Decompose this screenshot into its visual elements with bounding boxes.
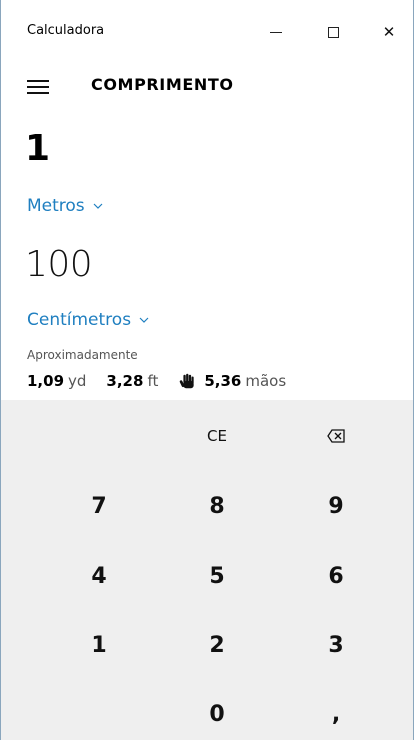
title-bar: Calculadora ✕ xyxy=(1,0,413,62)
hamburger-icon[interactable] xyxy=(27,78,53,96)
keypad: CE 7 8 9 4 5 6 1 2 3 0 , xyxy=(1,400,413,740)
key-0[interactable]: 0 xyxy=(158,680,276,740)
approx-hands: 5,36 mãos xyxy=(178,372,286,390)
maximize-icon xyxy=(327,26,339,38)
approximately-row: 1,09 yd 3,28 ft 5,36 mãos xyxy=(27,372,306,390)
to-unit-label: Centímetros xyxy=(27,310,132,330)
chevron-down-icon xyxy=(93,203,103,209)
calculator-window: Calculadora ✕ COMPRIMENTO 1 Metros 100 C… xyxy=(0,0,414,740)
key-7[interactable]: 7 xyxy=(40,472,158,540)
approx-yards: 1,09 yd xyxy=(27,372,86,390)
approx-unit: mãos xyxy=(245,372,287,390)
mode-title: COMPRIMENTO xyxy=(91,75,234,94)
approx-value: 5,36 xyxy=(204,372,242,390)
decimal-separator-key[interactable]: , xyxy=(277,680,395,740)
key-3[interactable]: 3 xyxy=(277,611,395,679)
minimize-icon xyxy=(270,31,282,33)
key-4[interactable]: 4 xyxy=(40,542,158,610)
approx-value: 1,09 xyxy=(27,372,65,390)
approximately-label: Aproximadamente xyxy=(27,348,138,362)
minimize-button[interactable] xyxy=(254,14,298,50)
to-value[interactable]: 100 xyxy=(25,244,93,285)
chevron-down-icon xyxy=(139,317,149,323)
from-unit-dropdown[interactable]: Metros xyxy=(27,196,103,216)
approx-unit: yd xyxy=(68,372,87,390)
approx-feet: 3,28 ft xyxy=(106,372,158,390)
key-6[interactable]: 6 xyxy=(277,542,395,610)
key-9[interactable]: 9 xyxy=(277,472,395,540)
key-1[interactable]: 1 xyxy=(40,611,158,679)
close-icon: ✕ xyxy=(382,23,396,41)
approx-value: 3,28 xyxy=(106,372,144,390)
key-8[interactable]: 8 xyxy=(158,472,276,540)
from-value[interactable]: 1 xyxy=(25,128,50,169)
clear-entry-button[interactable]: CE xyxy=(158,402,276,470)
key-5[interactable]: 5 xyxy=(158,542,276,610)
to-unit-dropdown[interactable]: Centímetros xyxy=(27,310,149,330)
maximize-button[interactable] xyxy=(311,14,355,50)
window-title: Calculadora xyxy=(27,23,105,38)
from-unit-label: Metros xyxy=(27,196,85,216)
backspace-icon xyxy=(327,429,345,443)
key-2[interactable]: 2 xyxy=(158,611,276,679)
approx-unit: ft xyxy=(147,372,159,390)
hand-icon xyxy=(180,373,195,389)
close-button[interactable]: ✕ xyxy=(367,14,411,50)
backspace-button[interactable] xyxy=(277,402,395,470)
